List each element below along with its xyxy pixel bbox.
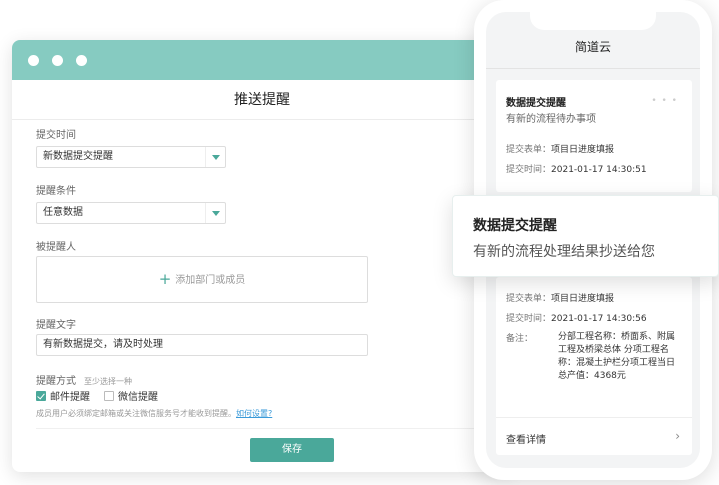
submit-time-select[interactable]: 新数据提交提醒: [36, 146, 226, 168]
recipients-label: 被提醒人: [36, 242, 76, 253]
how-to-setup-link[interactable]: 如何设置?: [236, 409, 272, 418]
window-close-dot[interactable]: [28, 55, 39, 66]
form-key: 提交表单：: [506, 294, 552, 304]
wechat-reminder-option[interactable]: 微信提醒: [104, 388, 158, 403]
form-value: 项目日进度填报: [551, 145, 615, 155]
plus-icon: +: [158, 270, 172, 288]
email-reminder-label: 邮件提醒: [50, 392, 90, 403]
desktop-window: 推送提醒 提交时间 新数据提交提醒 提醒条件 任意数据 被提醒人 + 添加部门或成…: [12, 40, 512, 472]
form-divider: [36, 428, 492, 429]
text-label: 提醒文字: [36, 320, 76, 331]
add-member-box[interactable]: + 添加部门或成员: [36, 256, 368, 303]
email-checkbox[interactable]: [36, 390, 46, 401]
email-reminder-option[interactable]: 邮件提醒: [36, 388, 90, 403]
form-row: 提交表单：项目日进度填报: [506, 291, 614, 304]
submit-time-value: 新数据提交提醒: [43, 151, 113, 162]
message-title: 数据提交提醒: [506, 98, 566, 109]
condition-value: 任意数据: [43, 207, 83, 218]
chevron-down-icon[interactable]: [205, 147, 225, 167]
view-details-link[interactable]: 查看详情: [506, 431, 546, 446]
add-member-text: 添加部门或成员: [175, 275, 246, 286]
time-key: 提交时间：: [506, 165, 552, 175]
submit-time-label: 提交时间: [36, 130, 76, 141]
condition-label: 提醒条件: [36, 186, 76, 197]
method-label-text: 提醒方式: [36, 376, 76, 387]
time-key: 提交时间：: [506, 314, 552, 324]
method-label: 提醒方式 至少选择一种: [36, 372, 132, 387]
chevron-down-icon[interactable]: [205, 203, 225, 223]
note-key: 备注：: [506, 334, 534, 344]
form-key: 提交表单：: [506, 145, 552, 155]
binding-notice: 成员用户必须绑定邮箱或关注微信服务号才能收到提醒。如何设置?: [36, 408, 272, 419]
reminder-text-input[interactable]: 有新数据提交，请及时处理: [36, 334, 368, 356]
time-row: 提交时间：2021-01-17 14:30:56: [506, 311, 647, 324]
notification-title: 数据提交提醒: [473, 218, 557, 234]
form-row: 提交表单：项目日进度填报: [506, 142, 614, 155]
phone-app-title: 简道云: [574, 40, 611, 54]
form-value: 项目日进度填报: [551, 294, 615, 304]
window-title: 推送提醒: [12, 80, 512, 120]
save-button[interactable]: 保存: [250, 438, 334, 462]
window-maximize-dot[interactable]: [76, 55, 87, 66]
note-value: 分部工程名称：桥面系、附属工程及桥梁总体 分项工程名称：混凝土护栏分项工程当日总…: [558, 332, 676, 381]
notification-message: 有新的流程处理结果抄送给您: [473, 244, 655, 260]
phone-header-divider: [486, 68, 700, 69]
wechat-reminder-label: 微信提醒: [118, 392, 158, 403]
method-hint: 至少选择一种: [84, 377, 132, 386]
notification-popup[interactable]: 数据提交提醒 有新的流程处理结果抄送给您: [452, 195, 719, 277]
time-value: 2021-01-17 14:30:51: [551, 165, 647, 175]
window-minimize-dot[interactable]: [52, 55, 63, 66]
message-card[interactable]: 提交表单：项目日进度填报 提交时间：2021-01-17 14:30:56 备注…: [496, 277, 692, 455]
window-titlebar: [12, 40, 512, 80]
chevron-right-icon[interactable]: ›: [675, 429, 680, 443]
time-row: 提交时间：2021-01-17 14:30:51: [506, 162, 647, 175]
method-checkboxes: 邮件提醒 微信提醒: [36, 388, 172, 403]
detail-divider: [496, 417, 692, 418]
message-subtitle: 有新的流程待办事项: [506, 114, 596, 125]
binding-notice-text: 成员用户必须绑定邮箱或关注微信服务号才能收到提醒。: [36, 409, 236, 418]
more-icon[interactable]: • • •: [651, 96, 678, 106]
message-card[interactable]: 数据提交提醒 有新的流程待办事项 • • • 提交表单：项目日进度填报 提交时间…: [496, 80, 692, 192]
phone-notch: [530, 12, 656, 30]
condition-select[interactable]: 任意数据: [36, 202, 226, 224]
wechat-checkbox[interactable]: [104, 390, 114, 401]
time-value: 2021-01-17 14:30:56: [551, 314, 647, 324]
